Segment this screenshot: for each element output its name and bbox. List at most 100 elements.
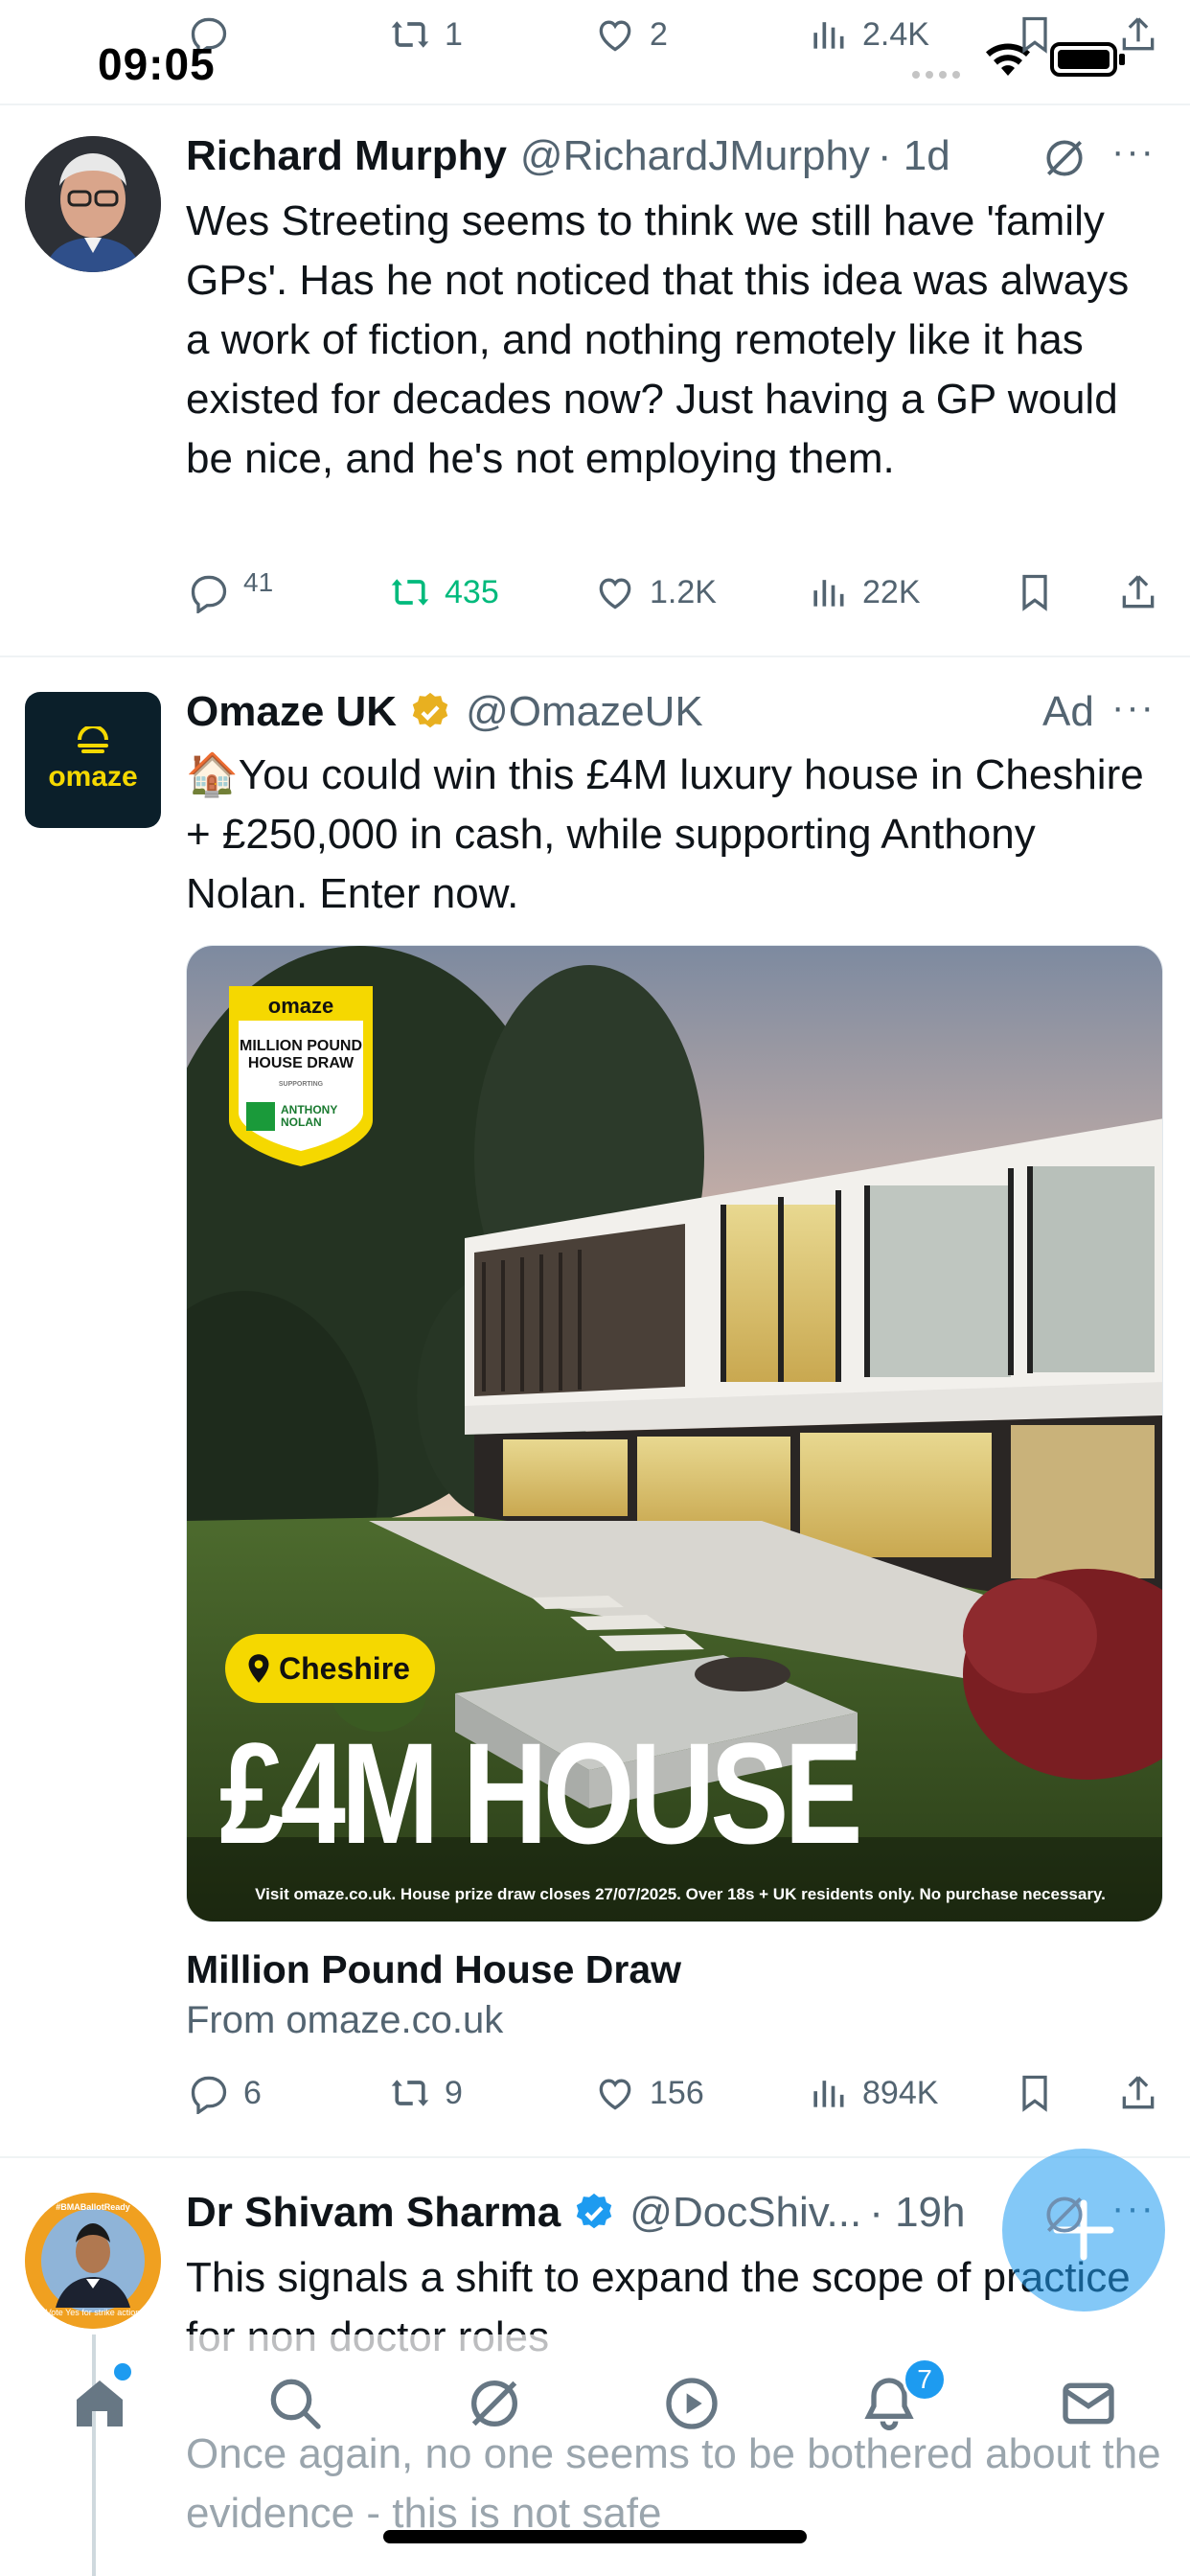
- battery-icon: [1050, 42, 1125, 77]
- author-name[interactable]: Omaze UK: [186, 688, 397, 736]
- status-bar: 09:05: [0, 0, 1190, 104]
- badge-line2: HOUSE DRAW: [247, 1055, 355, 1071]
- signal-dots: [912, 71, 960, 79]
- headline: £4M HOUSE: [219, 1713, 863, 1874]
- heart-icon: [599, 2079, 631, 2110]
- card-title[interactable]: Million Pound House Draw: [186, 1947, 681, 1992]
- home-icon: [77, 2380, 123, 2426]
- tweet-actions: 41 435 1.2K 22K: [188, 562, 1165, 623]
- bookmark-icon: [1022, 2075, 1047, 2112]
- retweet-count: 9: [445, 2074, 463, 2111]
- divider: [0, 656, 1190, 657]
- avatar-photo: [25, 136, 161, 272]
- share-button[interactable]: [1117, 2072, 1159, 2114]
- bookmark-button[interactable]: [1014, 2072, 1056, 2114]
- grok-icon: [471, 2380, 517, 2426]
- reply-icon: [191, 575, 227, 613]
- author-handle[interactable]: @DocShiv...: [629, 2189, 861, 2237]
- retweet-button[interactable]: 435: [389, 571, 499, 613]
- nav-messages[interactable]: [1050, 2365, 1127, 2442]
- retweet-count: 435: [445, 573, 499, 610]
- reply-button[interactable]: 41: [188, 567, 273, 613]
- badge-brand: omaze: [267, 994, 334, 1018]
- grok-icon[interactable]: [1041, 2191, 1088, 2239]
- bookmark-icon[interactable]: [1014, 13, 1056, 56]
- bookmark-button[interactable]: [1014, 571, 1056, 613]
- tweet-time: · 19h: [869, 2189, 966, 2236]
- author-name[interactable]: Richard Murphy: [186, 132, 507, 180]
- reply-count: 6: [243, 2074, 262, 2111]
- share-button[interactable]: [1117, 571, 1159, 613]
- like-button[interactable]: 1.2K: [594, 571, 717, 613]
- heart-icon: [599, 578, 631, 610]
- divider: [0, 2156, 1190, 2158]
- like-button[interactable]: 156: [594, 2072, 704, 2114]
- tweet-actions: 6 9 156 894K: [188, 2062, 1165, 2124]
- location-pill: Cheshire: [225, 1634, 435, 1703]
- bookmark-icon: [1022, 574, 1047, 611]
- reply-icon: [191, 2076, 227, 2114]
- mail-icon: [1063, 2382, 1114, 2425]
- badge-line1: MILLION POUND: [240, 1038, 362, 1054]
- tweet-header: Richard Murphy @RichardJMurphy · 1d: [186, 132, 950, 180]
- avatar-text: omaze: [48, 761, 138, 793]
- search-icon: [270, 2379, 321, 2429]
- like-count: 156: [650, 2074, 704, 2111]
- more-options-button[interactable]: ···: [1111, 686, 1156, 729]
- home-indicator: [383, 2530, 807, 2543]
- verified-gold-icon: [412, 692, 448, 728]
- home-unread-dot: [114, 2363, 131, 2380]
- avatar-ring-top: #BMABallotReady: [56, 2202, 130, 2212]
- status-clock: 09:05: [98, 39, 216, 89]
- anthony-nolan-icon: [246, 1102, 275, 1131]
- tweet-text-continued: Once again, no one seems to be bothered …: [186, 2430, 1161, 2537]
- reply-count: 41: [243, 567, 274, 597]
- tweet-header: Omaze UK @OmazeUK: [186, 688, 703, 736]
- partner-logo: ANTHONY NOLAN: [246, 1099, 355, 1134]
- omaze-logo-icon: [78, 726, 108, 753]
- tweet-text: 🏠You could win this £4M luxury house in …: [186, 751, 1144, 917]
- divider: [0, 104, 1190, 105]
- share-icon: [1122, 575, 1155, 609]
- author-handle[interactable]: @OmazeUK: [466, 688, 703, 736]
- avatar[interactable]: #BMABallotReady Vote Yes for strike acti…: [25, 2193, 161, 2329]
- author-handle[interactable]: @RichardJMurphy: [520, 132, 870, 180]
- draw-badge: omaze MILLION POUND HOUSE DRAW SUPPORTIN…: [219, 980, 382, 1168]
- views-count: 894K: [862, 2074, 939, 2111]
- nav-video[interactable]: [653, 2365, 730, 2442]
- views-button[interactable]: 22K: [807, 571, 921, 613]
- location-text: Cheshire: [279, 1650, 410, 1686]
- nav-grok[interactable]: [456, 2365, 533, 2442]
- map-pin-icon: [248, 1654, 269, 1683]
- share-icon: [1122, 2076, 1155, 2109]
- tweet-header: Dr Shivam Sharma @DocShiv... · 19h: [186, 2189, 966, 2237]
- fine-print: Visit omaze.co.uk. House prize draw clos…: [255, 1885, 1106, 1903]
- ad-label: Ad: [1042, 688, 1094, 735]
- like-count: 1.2K: [650, 573, 717, 610]
- avatar[interactable]: omaze: [25, 692, 161, 828]
- retweet-icon: [391, 2080, 429, 2106]
- partner-line2: NOLAN: [281, 1116, 322, 1129]
- badge-supporting: SUPPORTING: [278, 1081, 324, 1088]
- ad-card-image[interactable]: omaze MILLION POUND HOUSE DRAW SUPPORTIN…: [186, 945, 1163, 1922]
- card-domain[interactable]: From omaze.co.uk: [186, 1999, 503, 2042]
- notifications-badge: 7: [903, 2358, 947, 2402]
- verified-blue-icon: [577, 2193, 612, 2229]
- tweet-text: Wes Streeting seems to think we still ha…: [186, 197, 1130, 482]
- retweet-button[interactable]: 9: [389, 2072, 463, 2114]
- author-name[interactable]: Dr Shivam Sharma: [186, 2189, 561, 2237]
- views-icon: [813, 2081, 844, 2107]
- views-count: 22K: [862, 573, 921, 610]
- avatar-ring-text: Vote Yes for strike action: [45, 2308, 141, 2317]
- retweet-icon: [391, 579, 429, 606]
- tweet-time: · 1d: [877, 132, 950, 179]
- play-icon: [666, 2378, 718, 2429]
- views-button[interactable]: 894K: [807, 2072, 938, 2114]
- more-options-button[interactable]: ···: [1111, 130, 1156, 173]
- share-icon[interactable]: [1117, 13, 1159, 56]
- grok-icon[interactable]: [1041, 134, 1088, 182]
- avatar[interactable]: [25, 136, 161, 272]
- nav-search[interactable]: [257, 2365, 333, 2442]
- reply-button[interactable]: 6: [188, 2072, 262, 2114]
- views-icon: [813, 580, 844, 607]
